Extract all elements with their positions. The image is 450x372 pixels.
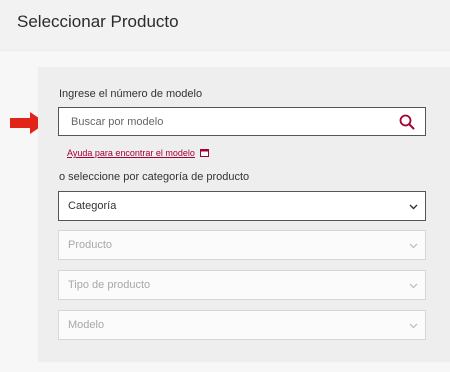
- category-section-label: o seleccione por categoría de producto: [59, 171, 250, 183]
- model-search-box: [58, 107, 426, 136]
- model-select[interactable]: Modelo: [58, 310, 426, 340]
- category-select[interactable]: Categoría: [58, 191, 426, 221]
- window-icon[interactable]: [199, 148, 209, 157]
- product-type-select-value: Tipo de producto: [68, 279, 151, 291]
- chevron-down-icon: [409, 204, 418, 210]
- model-search-input[interactable]: [71, 108, 391, 135]
- help-find-model-link[interactable]: Ayuda para encontrar el modelo: [67, 148, 195, 158]
- page-title: Seleccionar Producto: [17, 12, 179, 31]
- title-bar: Seleccionar Producto: [0, 0, 450, 51]
- chevron-down-icon: [409, 283, 418, 289]
- product-type-select[interactable]: Tipo de producto: [58, 270, 426, 300]
- category-select-value: Categoría: [68, 200, 117, 212]
- model-select-value: Modelo: [68, 319, 105, 331]
- chevron-down-icon: [409, 323, 418, 329]
- chevron-down-icon: [409, 243, 418, 249]
- product-select[interactable]: Producto: [58, 230, 426, 260]
- model-number-label: Ingrese el número de modelo: [59, 88, 203, 100]
- product-select-value: Producto: [68, 239, 113, 251]
- help-row: Ayuda para encontrar el modelo: [67, 144, 209, 158]
- search-icon[interactable]: [399, 114, 415, 130]
